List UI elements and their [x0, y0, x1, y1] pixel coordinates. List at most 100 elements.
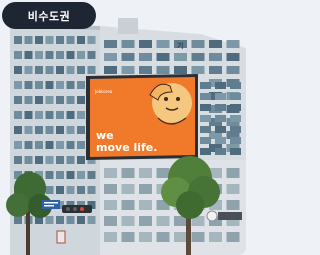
window [56, 141, 64, 149]
window [56, 66, 64, 74]
window [77, 36, 85, 44]
window [45, 171, 54, 179]
street-sign [42, 200, 60, 209]
window [45, 96, 54, 104]
window [66, 156, 75, 164]
window [104, 216, 117, 226]
window [66, 171, 75, 179]
window [24, 126, 33, 134]
road-sign-right [206, 210, 242, 222]
window [209, 232, 222, 242]
window [56, 156, 64, 164]
window [200, 148, 211, 155]
billboard-slogan-line2: move life. [96, 141, 157, 154]
window [191, 66, 205, 74]
window [104, 66, 117, 74]
window [87, 36, 96, 44]
window [14, 156, 22, 164]
window [24, 96, 33, 104]
window [226, 40, 240, 48]
window [209, 40, 222, 48]
window [77, 216, 85, 224]
window [191, 40, 205, 48]
window [56, 111, 64, 119]
billboard-brand: Jobkorea [94, 89, 113, 94]
window [226, 53, 240, 61]
window [56, 81, 64, 89]
window [77, 51, 85, 59]
window [66, 126, 75, 134]
window [14, 216, 22, 224]
window [87, 66, 96, 74]
window [45, 186, 54, 194]
window [139, 200, 152, 210]
window [226, 184, 240, 194]
window [156, 216, 170, 226]
window [156, 66, 170, 74]
window [104, 232, 117, 242]
window [24, 36, 33, 44]
window [35, 96, 43, 104]
window [14, 66, 22, 74]
billboard: Jobkorea we move life. [86, 74, 198, 160]
window [174, 232, 187, 242]
window [24, 111, 33, 119]
window [230, 126, 241, 133]
window [66, 141, 75, 149]
window [24, 51, 33, 59]
window [230, 82, 241, 89]
window [24, 141, 33, 149]
window [66, 186, 75, 194]
window [66, 36, 75, 44]
window [14, 96, 22, 104]
window [226, 200, 240, 210]
window [14, 51, 22, 59]
window [77, 111, 85, 119]
window [200, 93, 211, 100]
window [77, 96, 85, 104]
window [121, 40, 135, 48]
window [66, 51, 75, 59]
window [230, 93, 241, 100]
window [35, 66, 43, 74]
window [215, 115, 226, 122]
window [121, 232, 135, 242]
window [87, 51, 96, 59]
window [77, 141, 85, 149]
window [87, 216, 96, 224]
window [87, 171, 96, 179]
window [200, 104, 211, 111]
window [215, 126, 226, 133]
window [215, 104, 226, 111]
window [139, 40, 152, 48]
window [24, 81, 33, 89]
window [45, 66, 54, 74]
window [14, 141, 22, 149]
traffic-light [62, 205, 92, 213]
window [66, 111, 75, 119]
window [191, 232, 205, 242]
window [56, 216, 64, 224]
window [45, 216, 54, 224]
window [230, 137, 241, 144]
window [156, 232, 170, 242]
window [191, 53, 205, 61]
window [56, 36, 64, 44]
window [200, 115, 211, 122]
window [14, 126, 22, 134]
window [139, 216, 152, 226]
window [139, 53, 152, 61]
window [14, 111, 22, 119]
window [77, 81, 85, 89]
window [226, 168, 240, 178]
window [104, 184, 117, 194]
window [121, 184, 135, 194]
window [35, 36, 43, 44]
window [230, 104, 241, 111]
window [45, 141, 54, 149]
window [14, 36, 22, 44]
window [226, 232, 240, 242]
window [45, 36, 54, 44]
window [45, 111, 54, 119]
window [156, 53, 170, 61]
